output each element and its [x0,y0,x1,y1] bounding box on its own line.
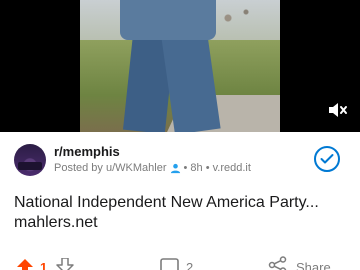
video-player[interactable] [0,0,360,132]
subreddit-name[interactable]: r/memphis [54,144,120,159]
post-header: r/memphis Posted by u/WKMahler • 8h • v.… [14,142,346,182]
mute-button[interactable] [326,98,350,122]
post-link-domain[interactable]: mahlers.net [14,213,98,233]
video-person-jacket [120,0,216,40]
subreddit-avatar[interactable] [14,144,46,176]
share-icon[interactable] [268,256,288,270]
check-icon [320,154,334,164]
join-check-button[interactable] [314,146,340,172]
vote-count: 1 [40,260,48,270]
video-tree [210,0,270,60]
comment-count[interactable]: 2 [186,260,193,270]
volume-mute-icon [329,103,347,117]
video-frame [80,0,280,132]
share-button-label[interactable]: Share [296,260,331,270]
downvote-arrow-icon[interactable] [56,258,74,270]
upvote-arrow-icon[interactable] [16,258,34,270]
user-icon [170,163,180,173]
post-age-domain: • 8h • v.redd.it [183,162,251,174]
post-title[interactable]: National Independent New America Party..… [14,193,350,213]
comment-icon[interactable] [160,258,180,270]
posted-by-text[interactable]: Posted by u/WKMahler [54,162,167,174]
post-action-bar: 1 2 Share [0,256,360,270]
post-meta: Posted by u/WKMahler • 8h • v.redd.it [54,162,251,174]
